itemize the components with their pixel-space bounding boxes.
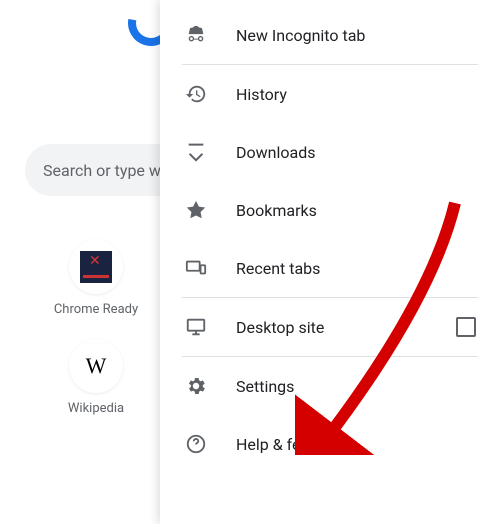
gear-icon: [184, 374, 208, 398]
shortcut-chrome-ready[interactable]: Chrome Ready: [36, 240, 156, 317]
incognito-icon: [184, 23, 208, 47]
menu-label: Desktop site: [236, 318, 324, 337]
menu-downloads[interactable]: Downloads: [160, 123, 500, 181]
menu-label: Recent tabs: [236, 259, 320, 278]
shortcut-icon: W: [69, 339, 123, 393]
overflow-menu: New Incognito tab History Downloads Book…: [160, 0, 500, 524]
shortcuts-grid: Chrome Ready W Wikipedia: [36, 240, 156, 438]
menu-settings[interactable]: Settings: [160, 357, 500, 415]
bookmarks-icon: [184, 198, 208, 222]
search-placeholder: Search or type w: [43, 161, 161, 180]
menu-label: New Incognito tab: [236, 26, 365, 45]
history-icon: [184, 82, 208, 106]
recent-tabs-icon: [184, 256, 208, 280]
menu-desktop-site[interactable]: Desktop site: [160, 298, 500, 356]
menu-history[interactable]: History: [160, 65, 500, 123]
shortcut-icon: [69, 240, 123, 294]
help-icon: [184, 432, 208, 456]
menu-bookmarks[interactable]: Bookmarks: [160, 181, 500, 239]
shortcut-label: Wikipedia: [68, 401, 124, 416]
menu-new-incognito-tab[interactable]: New Incognito tab: [160, 6, 500, 64]
desktop-icon: [184, 315, 208, 339]
menu-recent-tabs[interactable]: Recent tabs: [160, 239, 500, 297]
menu-label: Settings: [236, 377, 294, 396]
desktop-site-checkbox[interactable]: [456, 317, 476, 337]
menu-label: History: [236, 85, 287, 104]
menu-label: Help & feedback: [236, 435, 352, 454]
menu-help-feedback[interactable]: Help & feedback: [160, 415, 500, 473]
menu-label: Downloads: [236, 143, 315, 162]
menu-label: Bookmarks: [236, 201, 317, 220]
downloads-icon: [184, 140, 208, 164]
wikipedia-icon: W: [86, 353, 107, 379]
shortcut-label: Chrome Ready: [54, 302, 138, 317]
shortcut-wikipedia[interactable]: W Wikipedia: [36, 339, 156, 416]
